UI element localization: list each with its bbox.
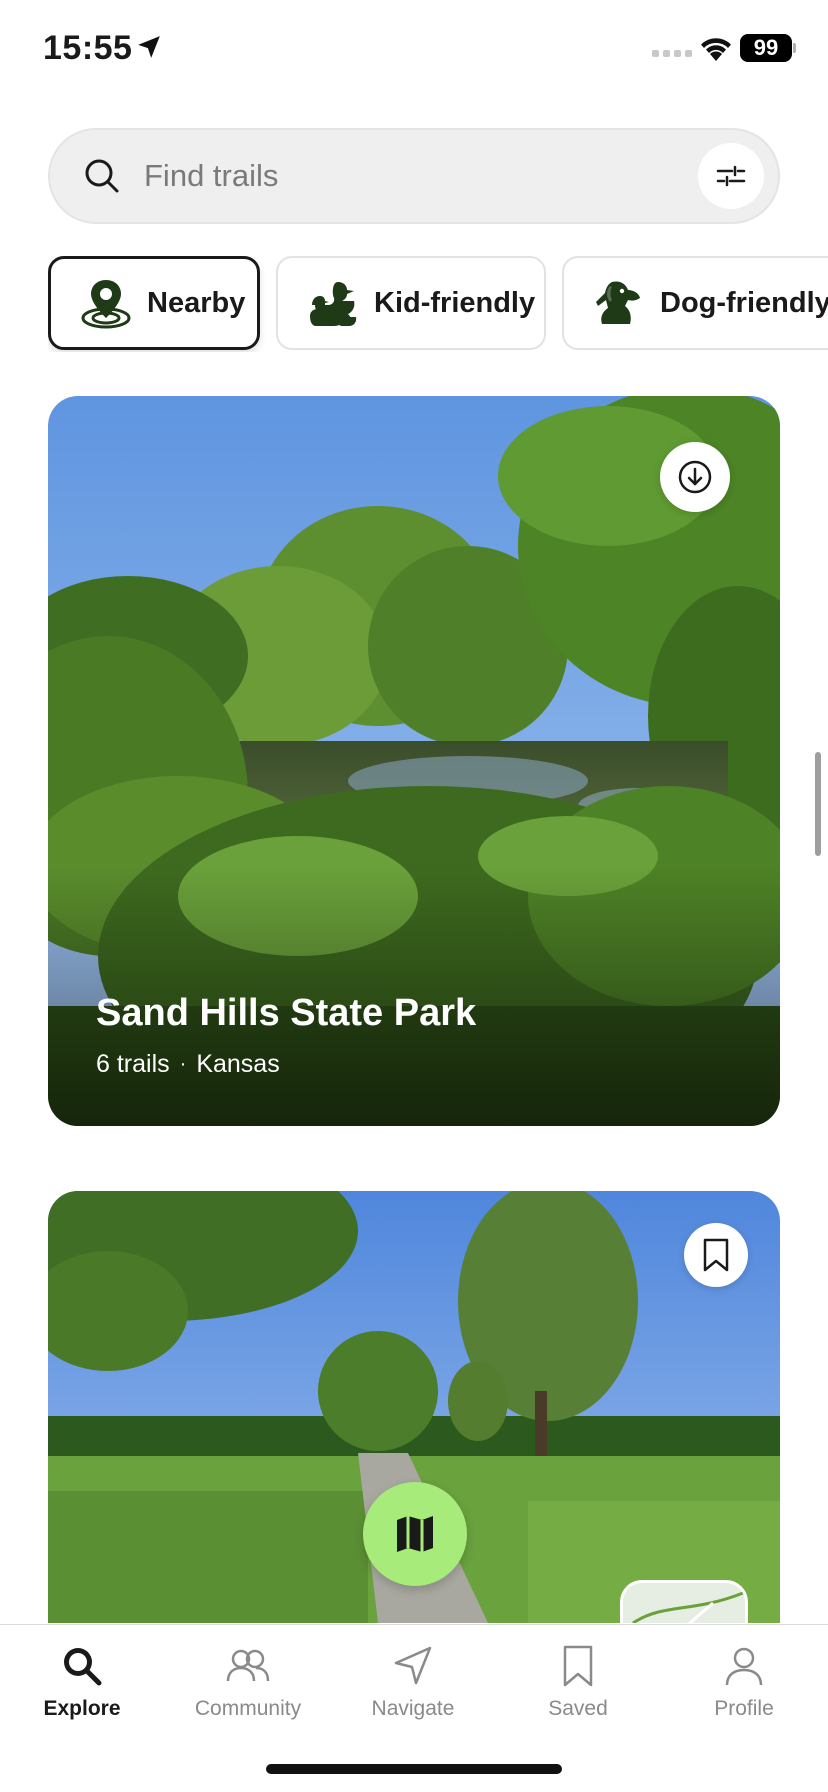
nav-profile[interactable]: Profile [664, 1643, 824, 1743]
nav-explore[interactable]: Explore [2, 1643, 162, 1743]
filter-chips: Nearby Kid-friendly Dog-friendly [48, 256, 828, 352]
wifi-icon [701, 38, 731, 61]
download-button[interactable] [660, 442, 730, 512]
park-card[interactable]: Sand Hills State Park 6 trails · Kansas [48, 396, 780, 1126]
search-icon [64, 1648, 102, 1686]
battery-indicator: 99 [740, 34, 792, 62]
chip-label-kid-friendly: Kid-friendly [374, 286, 536, 319]
status-bar: 15:55 99 [0, 0, 828, 100]
dog-icon [596, 281, 640, 324]
nav-saved[interactable]: Saved [498, 1643, 658, 1743]
nav-label-community: Community [194, 1697, 302, 1720]
people-icon [226, 1649, 270, 1682]
park-region: Kansas [196, 1050, 280, 1078]
duck-family-icon [310, 282, 357, 326]
trail-count: 6 trails [96, 1050, 170, 1078]
chip-label-nearby: Nearby [147, 286, 246, 319]
home-indicator[interactable] [266, 1764, 562, 1774]
save-trail-button[interactable] [684, 1223, 748, 1287]
bookmark-icon [563, 1645, 593, 1687]
location-arrow-icon [138, 36, 160, 58]
park-meta: 6 trails · Kansas [96, 1050, 280, 1079]
park-title: Sand Hills State Park [96, 992, 477, 1034]
navigate-arrow-icon [394, 1646, 432, 1685]
filter-button[interactable] [698, 143, 764, 209]
nav-navigate[interactable]: Navigate [333, 1643, 493, 1743]
map-thumbnail-icon [623, 1583, 745, 1623]
person-icon [725, 1647, 763, 1686]
search-bar[interactable] [48, 128, 780, 224]
map-icon [397, 1516, 433, 1552]
scroll-indicator[interactable] [815, 752, 821, 856]
sliders-icon [716, 165, 746, 187]
chip-nearby[interactable]: Nearby [48, 256, 260, 350]
search-icon [85, 159, 119, 193]
chip-dog-friendly[interactable]: Dog-friendly [562, 256, 828, 350]
battery-level: 99 [753, 35, 779, 60]
chip-label-dog-friendly: Dog-friendly [660, 286, 828, 319]
bookmark-icon [703, 1238, 729, 1272]
mini-map-preview[interactable] [620, 1580, 748, 1626]
nearby-pin-icon [81, 280, 131, 329]
nav-label-explore: Explore [43, 1697, 121, 1720]
status-time: 15:55 [43, 29, 133, 67]
chip-kid-friendly[interactable]: Kid-friendly [276, 256, 546, 350]
nav-community[interactable]: Community [168, 1643, 328, 1743]
nav-label-saved: Saved [548, 1697, 608, 1720]
map-view-button[interactable] [363, 1482, 467, 1586]
cellular-signal-icon [652, 50, 692, 57]
download-icon [678, 460, 712, 494]
search-input[interactable] [144, 152, 644, 200]
battery-nub [793, 43, 796, 53]
nav-label-navigate: Navigate [371, 1697, 455, 1720]
meta-separator: · [179, 1053, 187, 1075]
nav-label-profile: Profile [714, 1697, 774, 1720]
